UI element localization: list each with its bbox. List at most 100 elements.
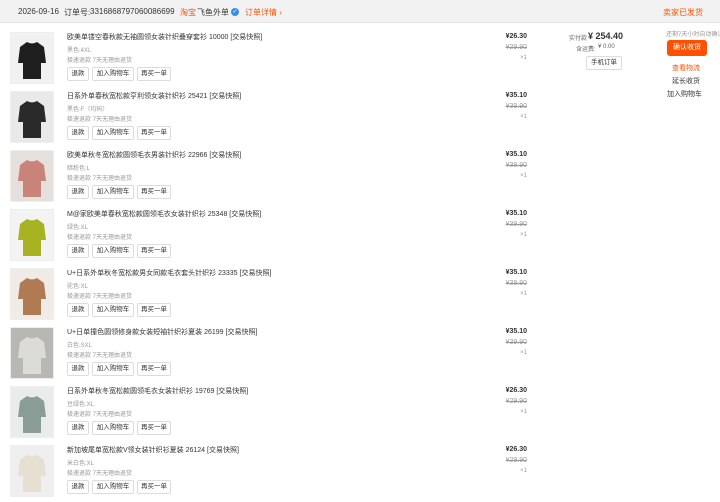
item-original-price: ¥39.90 — [505, 339, 527, 346]
item-original-price: ¥39.90 — [505, 280, 527, 287]
product-thumbnail[interactable] — [10, 445, 54, 497]
refund-button[interactable]: 退款 — [67, 244, 89, 258]
rebuy-button[interactable]: 再买一单 — [137, 244, 171, 258]
service-tags: 极速退款 7天无理由退货 — [67, 117, 133, 123]
shipping-amount: ¥ 0.00 — [598, 44, 615, 50]
garment-image-icon — [18, 101, 46, 138]
product-thumbnail[interactable] — [10, 209, 54, 261]
product-title-link[interactable]: 新加坡尾单宽松款V领女装针织衫夏装 26124 [交易快照] — [67, 445, 239, 455]
total-paid-amount: ¥ 254.40 — [588, 31, 624, 41]
refund-button[interactable]: 退款 — [67, 303, 89, 317]
product-thumbnail[interactable] — [10, 327, 54, 379]
item-original-price: ¥29.90 — [505, 44, 527, 51]
mobile-order-tag[interactable]: 手机订单 — [586, 56, 622, 70]
product-thumbnail[interactable] — [10, 268, 54, 320]
service-tags: 极速退款 7天无理由退货 — [67, 353, 133, 359]
item-price: ¥26.30 — [505, 446, 527, 453]
product-title-link[interactable]: M@家欧美单春秋宽松款圆领毛衣女装针织衫 25348 [交易快照] — [67, 209, 261, 219]
shop-name-link[interactable]: 飞鱼外单 — [197, 7, 229, 18]
order-item-row: 欧美单秋冬宽松款圆领毛衣男装针织衫 22966 [交易快照] 暗粉色:L 极速退… — [0, 148, 720, 207]
add-to-cart-button[interactable]: 加入购物车 — [92, 421, 134, 435]
product-title-link[interactable]: U+日单撞色圆领修身款女装短袖针织衫夏装 26199 [交易快照] — [67, 327, 257, 337]
add-to-cart-button[interactable]: 加入购物车 — [92, 126, 134, 140]
add-to-cart-button[interactable]: 加入购物车 — [92, 480, 134, 494]
refund-button[interactable]: 退款 — [67, 421, 89, 435]
order-header: 2026-09-16 订单号: 3316868797060086699 淘宝 飞… — [0, 0, 720, 23]
product-sku: 暗粉色:L — [67, 166, 91, 172]
product-title-link[interactable]: 日系外单秋冬宽松款圆领毛衣女装针织衫 19769 [交易快照] — [67, 386, 248, 396]
product-title-link[interactable]: 日系外单春秋宽松款亨利领女装针织衫 25421 [交易快照] — [67, 91, 241, 101]
item-quantity: ×1 — [520, 291, 527, 297]
product-title-link[interactable]: 欧美单秋冬宽松款圆领毛衣男装针织衫 22966 [交易快照] — [67, 150, 241, 160]
rebuy-button[interactable]: 再买一单 — [137, 303, 171, 317]
verified-badge-icon: ✓ — [231, 8, 239, 16]
rebuy-button[interactable]: 再买一单 — [137, 480, 171, 494]
product-thumbnail[interactable] — [10, 91, 54, 143]
item-original-price: ¥39.90 — [505, 103, 527, 110]
item-original-price: ¥39.90 — [505, 221, 527, 228]
rebuy-button[interactable]: 再买一单 — [137, 362, 171, 376]
view-logistics-link[interactable]: 查看物流 — [672, 63, 700, 73]
garment-image-icon — [18, 455, 46, 492]
garment-image-icon — [18, 337, 46, 374]
item-price: ¥35.10 — [505, 210, 527, 217]
product-sku: 黑色:F（均码） — [67, 107, 109, 113]
order-number-label: 订单号: — [64, 8, 91, 17]
garment-image-icon — [18, 219, 46, 256]
order-detail-link[interactable]: 订单详情 › — [245, 7, 282, 18]
item-price: ¥35.10 — [505, 151, 527, 158]
product-thumbnail[interactable] — [10, 150, 54, 202]
refund-button[interactable]: 退款 — [67, 480, 89, 494]
product-sku: 黑色:4XL — [67, 48, 92, 54]
add-to-cart-button[interactable]: 加入购物车 — [92, 244, 134, 258]
order-status: 卖家已发货 — [663, 8, 703, 17]
order-item-row: M@家欧美单春秋宽松款圆领毛衣女装针织衫 25348 [交易快照] 绿色:XL … — [0, 207, 720, 266]
add-to-cart-button[interactable]: 加入购物车 — [92, 185, 134, 199]
order-item-row: 新加坡尾单宽松款V领女装针织衫夏装 26124 [交易快照] 米白色:XL 极速… — [0, 443, 720, 502]
item-price: ¥26.30 — [505, 387, 527, 394]
item-quantity: ×1 — [520, 232, 527, 238]
add-to-cart-button[interactable]: 加入购物车 — [92, 362, 134, 376]
item-price: ¥35.10 — [505, 269, 527, 276]
item-quantity: ×1 — [520, 468, 527, 474]
shipping-label: 含运费: — [576, 47, 596, 53]
add-to-cart-link[interactable]: 加入购物车 — [667, 89, 702, 99]
rebuy-button[interactable]: 再买一单 — [137, 185, 171, 199]
service-tags: 极速退款 7天无理由退货 — [67, 58, 133, 64]
garment-image-icon — [18, 278, 46, 315]
order-item-row: U+日单撞色圆领修身款女装短袖针织衫夏装 26199 [交易快照] 白色:SXL… — [0, 325, 720, 384]
service-tags: 极速退款 7天无理由退货 — [67, 176, 133, 182]
product-title-link[interactable]: 欧美单镂空春秋款无袖圆领女装针织叠穿套衫 10000 [交易快照] — [67, 32, 262, 42]
item-price: ¥26.30 — [505, 33, 527, 40]
rebuy-button[interactable]: 再买一单 — [137, 421, 171, 435]
item-quantity: ×1 — [520, 114, 527, 120]
rebuy-button[interactable]: 再买一单 — [137, 126, 171, 140]
refund-button[interactable]: 退款 — [67, 362, 89, 376]
total-paid-label: 实付款 — [569, 36, 588, 42]
auto-confirm-countdown: 还剩7天小时自动确认 — [666, 32, 720, 38]
order-item-row: 日系外单春秋宽松款亨利领女装针织衫 25421 [交易快照] 黑色:F（均码） … — [0, 89, 720, 148]
service-tags: 极速退款 7天无理由退货 — [67, 412, 133, 418]
extend-receipt-link[interactable]: 延长收货 — [672, 76, 700, 86]
item-quantity: ×1 — [520, 409, 527, 415]
product-thumbnail[interactable] — [10, 386, 54, 438]
add-to-cart-button[interactable]: 加入购物车 — [92, 67, 134, 81]
service-tags: 极速退款 7天无理由退货 — [67, 294, 133, 300]
item-original-price: ¥39.90 — [505, 162, 527, 169]
service-tags: 极速退款 7天无理由退货 — [67, 471, 133, 477]
refund-button[interactable]: 退款 — [67, 67, 89, 81]
add-to-cart-button[interactable]: 加入购物车 — [92, 303, 134, 317]
refund-button[interactable]: 退款 — [67, 185, 89, 199]
rebuy-button[interactable]: 再买一单 — [137, 67, 171, 81]
product-thumbnail[interactable] — [10, 32, 54, 84]
product-sku: 白色:SXL — [67, 343, 93, 349]
refund-button[interactable]: 退款 — [67, 126, 89, 140]
service-tags: 极速退款 7天无理由退货 — [67, 235, 133, 241]
product-title-link[interactable]: U+日系外单秋冬宽松款男女同款毛衣套头针织衫 23335 [交易快照] — [67, 268, 271, 278]
taobao-logo[interactable]: 淘宝 — [180, 7, 196, 18]
garment-image-icon — [18, 396, 46, 433]
confirm-receipt-button[interactable]: 确认收货 — [667, 40, 707, 56]
garment-image-icon — [18, 42, 46, 79]
item-quantity: ×1 — [520, 55, 527, 61]
item-price: ¥35.10 — [505, 92, 527, 99]
